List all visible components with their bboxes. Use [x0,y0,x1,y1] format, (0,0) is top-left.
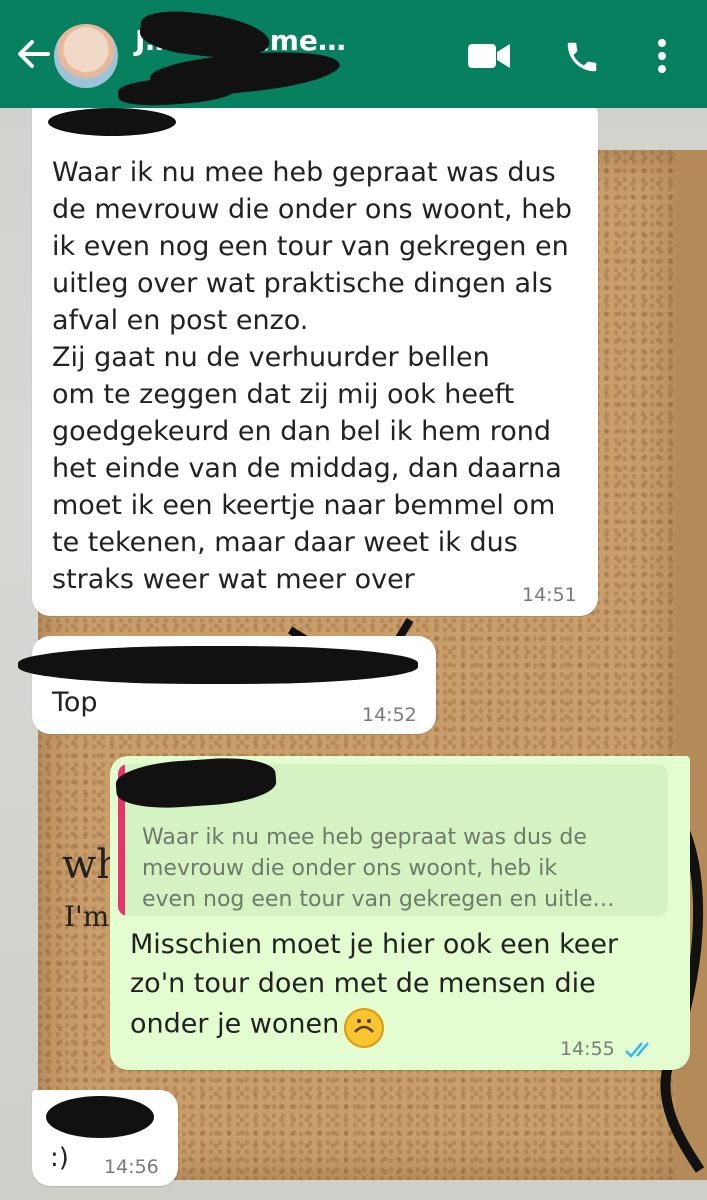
message-text-line: Misschien moet je hier ook een keer [130,929,619,960]
back-button[interactable] [14,36,54,72]
video-call-icon[interactable] [466,40,512,72]
quoted-text: Waar ik nu mee heb gepraat was dus de me… [142,825,615,912]
message-text-line: zo'n tour doen met de mensen die [130,968,596,999]
back-arrow-icon [18,40,50,68]
avatar[interactable] [54,24,118,88]
message-time: 14:52 [362,704,417,726]
outgoing-message-bubble[interactable]: Waar ik nu mee heb gepraat was dus de me… [110,754,690,1070]
redacted-sender-name [46,1096,154,1138]
incoming-message-bubble[interactable]: Waar ik nu mee heb gepraat was dus de me… [32,98,598,616]
message-time: 14:51 [522,584,577,606]
phone-icon[interactable] [563,38,601,76]
message-time: 14:55 [560,1038,615,1060]
incoming-message-bubble[interactable]: :) 14:56 [32,1090,178,1186]
message-time: 14:56 [104,1156,159,1178]
double-check-read-icon [625,1042,649,1058]
message-text: Waar ik nu mee heb gepraat was dus de me… [52,157,573,595]
message-last-line: onder je wonen [130,1008,385,1048]
chat-header: J… op kame… [0,0,707,109]
redacted-sender-name [18,646,418,684]
upside-down-smile-emoji-icon [344,1008,385,1048]
message-text-line: onder je wonen [130,1008,340,1040]
redaction [117,73,239,109]
more-options-icon[interactable] [652,38,672,74]
wallpaper-text: I'm [64,900,110,933]
message-text: Top [52,687,98,718]
message-text: :) [50,1143,69,1173]
incoming-message-bubble[interactable]: Top 14:52 [18,636,436,734]
redacted-sender-name [48,108,176,136]
